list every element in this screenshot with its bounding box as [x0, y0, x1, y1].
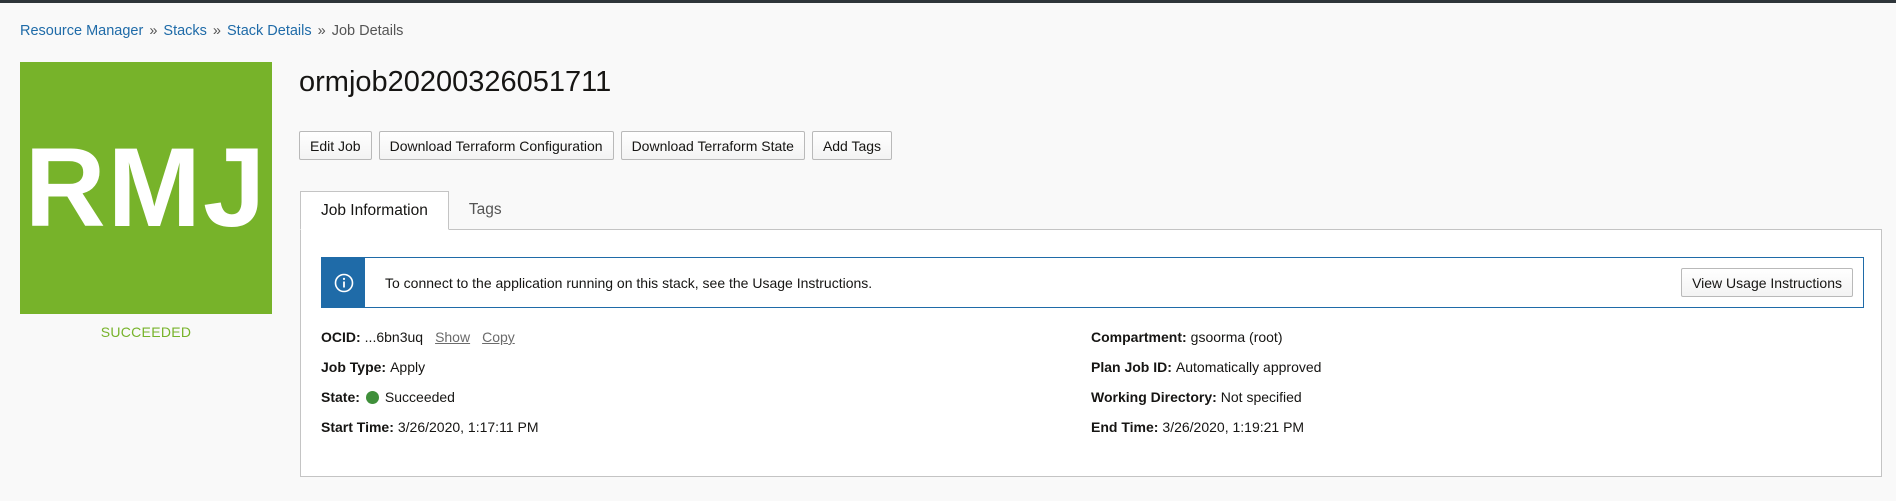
state-value: Succeeded — [384, 389, 455, 405]
top-border — [0, 0, 1896, 3]
breadcrumb-resource-manager[interactable]: Resource Manager — [20, 23, 143, 39]
info-icon-container — [322, 258, 365, 307]
breadcrumb-stacks[interactable]: Stacks — [163, 23, 207, 39]
state-row: State: Succeeded — [321, 382, 539, 412]
plan-job-id-row: Plan Job ID: Automatically approved — [1091, 352, 1321, 382]
add-tags-button[interactable]: Add Tags — [811, 131, 893, 160]
compartment-value: gsoorma (root) — [1190, 329, 1283, 345]
end-time-value: 3/26/2020, 1:19:21 PM — [1162, 419, 1305, 435]
details-left-column: OCID: ...6bn3uq Show Copy Job Type: Appl… — [321, 322, 539, 442]
end-time-label: End Time: — [1091, 419, 1159, 435]
breadcrumb-separator: » — [212, 23, 221, 39]
working-directory-value: Not specified — [1220, 389, 1302, 405]
job-information-panel: To connect to the application running on… — [300, 229, 1882, 477]
end-time-row: End Time: 3/26/2020, 1:19:21 PM — [1091, 412, 1321, 442]
job-badge: RMJ — [20, 62, 272, 314]
job-status-label: SUCCEEDED — [100, 324, 192, 340]
info-icon — [334, 273, 353, 292]
edit-job-button[interactable]: Edit Job — [299, 131, 372, 160]
compartment-row: Compartment: gsoorma (root) — [1091, 322, 1321, 352]
state-indicator-dot — [365, 390, 379, 404]
breadcrumb-stack-details[interactable]: Stack Details — [227, 23, 312, 39]
tab-bar: Job Information Tags — [300, 191, 522, 230]
action-bar: Edit Job Download Terraform Configuratio… — [299, 131, 893, 160]
plan-job-id-label: Plan Job ID: — [1091, 359, 1172, 375]
start-time-row: Start Time: 3/26/2020, 1:17:11 PM — [321, 412, 539, 442]
tab-job-information[interactable]: Job Information — [300, 191, 449, 230]
view-usage-instructions-button[interactable]: View Usage Instructions — [1681, 268, 1853, 297]
job-type-label: Job Type: — [321, 359, 387, 375]
tab-tags[interactable]: Tags — [449, 191, 522, 229]
page-title: ormjob20200326051711 — [299, 66, 612, 98]
job-type-row: Job Type: Apply — [321, 352, 539, 382]
state-label: State: — [321, 389, 360, 405]
banner-message: To connect to the application running on… — [385, 274, 873, 291]
breadcrumb-separator: » — [317, 23, 326, 39]
ocid-value: ...6bn3uq — [364, 329, 424, 345]
start-time-label: Start Time: — [321, 419, 394, 435]
working-directory-label: Working Directory: — [1091, 389, 1217, 405]
ocid-copy-link[interactable]: Copy — [482, 329, 515, 345]
ocid-label: OCID: — [321, 329, 361, 345]
usage-instructions-banner: To connect to the application running on… — [321, 257, 1864, 308]
breadcrumb-current: Job Details — [331, 23, 404, 39]
download-terraform-state-button[interactable]: Download Terraform State — [620, 131, 805, 160]
plan-job-id-value: Automatically approved — [1175, 359, 1322, 375]
ocid-row: OCID: ...6bn3uq Show Copy — [321, 322, 539, 352]
details-right-column: Compartment: gsoorma (root) Plan Job ID:… — [1091, 322, 1321, 442]
compartment-label: Compartment: — [1091, 329, 1187, 345]
job-badge-text: RMJ — [24, 125, 268, 250]
working-directory-row: Working Directory: Not specified — [1091, 382, 1321, 412]
start-time-value: 3/26/2020, 1:17:11 PM — [397, 419, 539, 435]
job-type-value: Apply — [390, 359, 426, 375]
download-terraform-configuration-button[interactable]: Download Terraform Configuration — [378, 131, 614, 160]
breadcrumb: Resource Manager » Stacks » Stack Details » Jo… — [20, 23, 403, 39]
ocid-show-link[interactable]: Show — [435, 329, 470, 345]
breadcrumb-separator: » — [149, 23, 158, 39]
